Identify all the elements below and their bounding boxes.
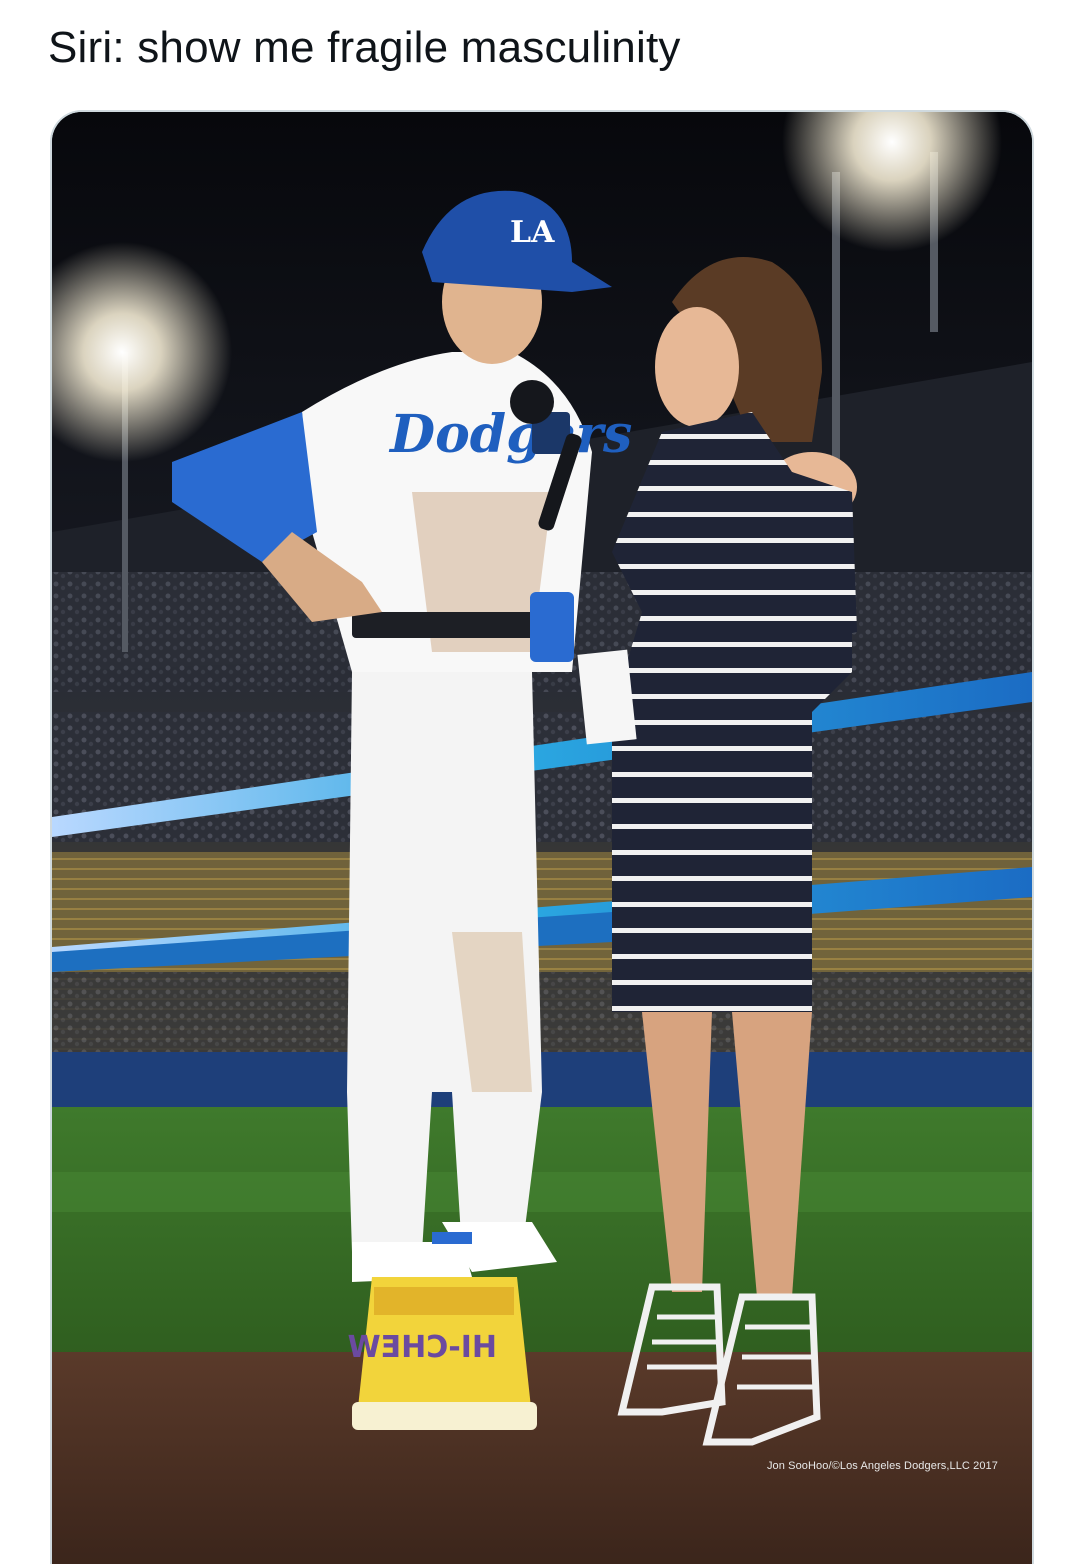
- infield-dirt: [52, 1352, 1032, 1564]
- reporter-face: [655, 307, 739, 427]
- jersey-script: Dodgers: [388, 404, 632, 465]
- grass-stripe: [52, 1172, 1032, 1212]
- candy-bucket: HI-CHEW: [348, 1277, 537, 1430]
- tweet-text: Siri: show me fragile masculinity: [48, 23, 681, 72]
- tweet-post: Siri: show me fragile masculinity Dodger…: [0, 0, 1080, 1564]
- tweet-photo[interactable]: Dodgers LA HI-CHEW Jon SooHoo/©Los Angel…: [50, 110, 1034, 1564]
- microphone-head: [510, 380, 554, 424]
- photo-credit: Jon SooHoo/©Los Angeles Dodgers,LLC 2017: [766, 1460, 998, 1472]
- bucket-label: HI-CHEW: [348, 1330, 497, 1365]
- reporter-notes: [577, 649, 637, 745]
- player-belt: [352, 612, 542, 638]
- cap-logo: LA: [510, 215, 555, 250]
- mid-crowd: [52, 712, 1032, 842]
- outfield-grass: [52, 1107, 1032, 1357]
- dugout-wall: [52, 1052, 1032, 1112]
- stadium-interview-photo: Dodgers LA HI-CHEW: [52, 112, 1032, 1564]
- player-wristband: [530, 592, 574, 662]
- bucket-rim: [352, 1402, 537, 1430]
- player-cleat-left: [352, 1242, 472, 1282]
